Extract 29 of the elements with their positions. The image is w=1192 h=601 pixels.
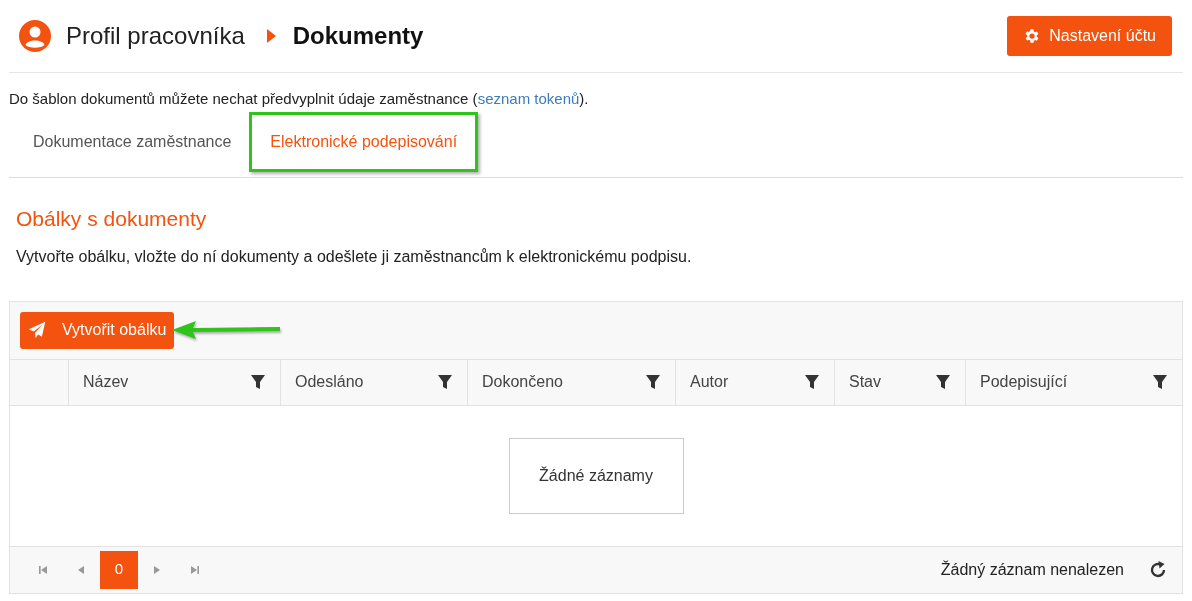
pager-info: Žádný záznam nenalezen [940,559,1124,580]
filter-icon[interactable] [935,374,951,391]
filter-icon[interactable] [437,374,453,391]
filter-icon[interactable] [645,374,661,391]
column-header[interactable]: Stav [849,370,881,395]
filter-icon[interactable] [250,374,266,391]
column-header[interactable]: Podepisující [980,370,1068,395]
filter-icon[interactable] [804,374,820,391]
next-page-icon[interactable] [152,564,162,575]
previous-page-icon[interactable] [76,564,86,575]
column-header[interactable]: Autor [690,370,729,395]
column-header[interactable]: Dokončeno [482,370,563,395]
last-page-icon[interactable] [190,564,200,575]
first-page-icon[interactable] [38,564,48,575]
paper-plane-icon [28,321,46,340]
section-description: Vytvořte obálku, vložte do ní dokumenty a odešlete ji zaměstnancům k elektronickému podpisu. [16,246,693,267]
tab[interactable]: Elektronické podepisování [249,111,479,172]
chevron-icon [264,28,277,44]
refresh-icon[interactable] [1148,559,1168,580]
breadcrumb-item: Dokumenty [292,21,424,51]
user-avatar-icon [19,20,51,52]
column-header[interactable]: Odesláno [295,370,364,395]
info-text: Do šablon dokumentů můžete nechat předvyplnit údaje zaměstnance (seznam tokenů). [9,89,590,109]
column-header[interactable]: Název [83,370,129,395]
filter-icon[interactable] [1152,374,1168,391]
token-list-link[interactable]: seznam tokenů [477,90,580,107]
breadcrumb-item[interactable]: Profil pracovníka [66,18,245,54]
section-title: Obálky s dokumenty [16,205,208,231]
empty-message: Žádné záznamy [508,437,684,514]
